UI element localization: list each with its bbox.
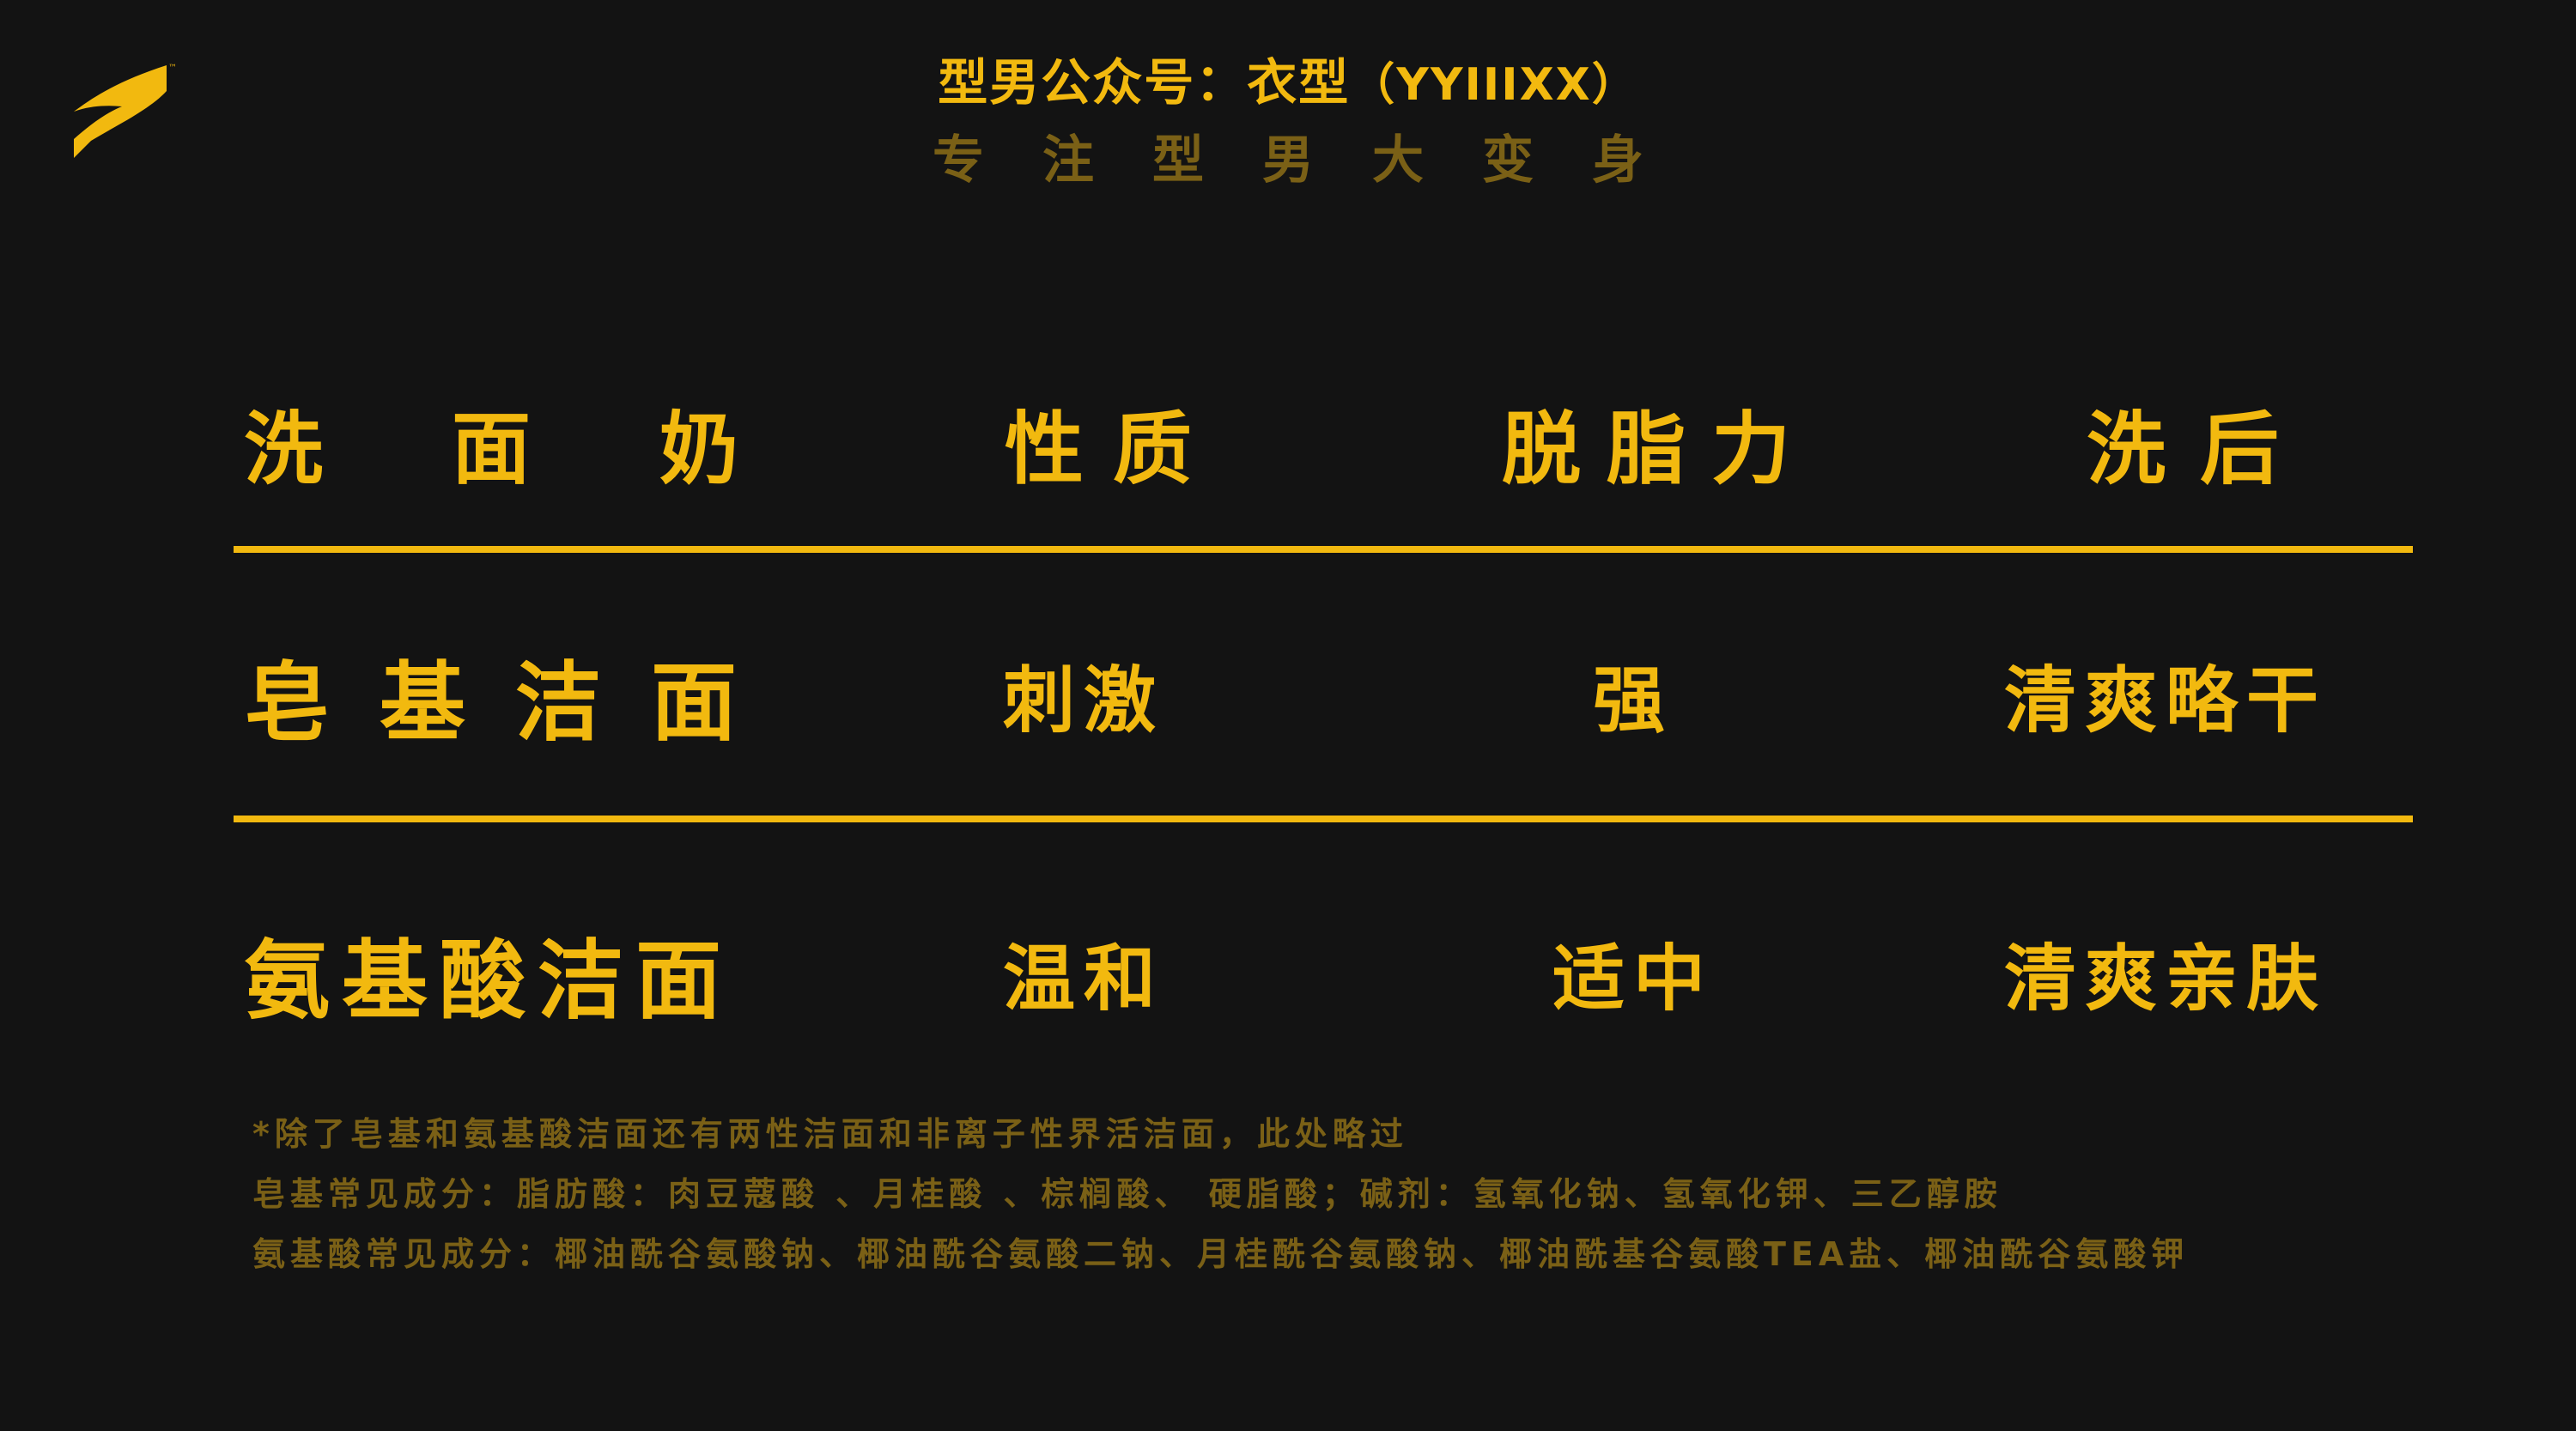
table-header-row: 洗面奶 性质 脱脂力 洗后 (234, 369, 2413, 515)
row-after-wash: 清爽略干 (2003, 658, 2327, 743)
footnote-amino-ingredients: 氨基酸常见成分：椰油酰谷氨酸钠、椰油酰谷氨酸二钠、月桂酰谷氨酸钠、椰油酰基谷氨酸… (252, 1235, 2190, 1273)
header: 型男公众号：衣型（YYIIIXX） 专注型男大变身 (0, 48, 2576, 193)
row-property: 温和 (1002, 936, 1164, 1021)
footnotes: *除了皂基和氨基酸洁面还有两性洁面和非离子性界活洁面，此处略过 皂基常见成分：脂… (252, 1104, 2537, 1284)
row-name: 皂基洁面 (244, 652, 787, 753)
table-row: 皂基洁面 刺激 强 清爽略干 (234, 622, 2413, 767)
header-property: 性质 (1004, 403, 1221, 495)
slogan: 专注型男大变身 (933, 130, 1702, 191)
header-divider (234, 546, 2413, 553)
header-cleanser: 洗面奶 (244, 403, 868, 495)
header-after-wash: 洗后 (2086, 403, 2313, 495)
brand-title: 型男公众号：衣型（YYIIIXX） (0, 48, 2576, 119)
row-degreasing: 适中 (1552, 936, 1714, 1021)
brand-prefix: 型男公众号：衣型 (938, 53, 1351, 112)
footnote-other-types: *除了皂基和氨基酸洁面还有两性洁面和非离子性界活洁面，此处略过 (252, 1115, 1408, 1153)
row-after-wash: 清爽亲肤 (2003, 936, 2327, 1021)
comparison-table: 洗面奶 性质 脱脂力 洗后 皂基洁面 刺激 强 清爽略干 氨基酸洁面 温和 适中… (234, 369, 2413, 1046)
header-degreasing: 脱脂力 (1501, 403, 1816, 495)
footnote-soap-ingredients: 皂基常见成分：脂肪酸：肉豆蔻酸 、月桂酸 、棕榈酸、 硬脂酸；碱剂：氢氧化钠、氢… (252, 1175, 2002, 1213)
row-degreasing: 强 (1592, 658, 1674, 743)
row-name: 氨基酸洁面 (244, 930, 733, 1031)
table-row: 氨基酸洁面 温和 适中 清爽亲肤 (234, 900, 2413, 1046)
row-divider (234, 816, 2413, 822)
brand-id: （YYIIIXX） (1350, 59, 1638, 111)
row-property: 刺激 (1002, 658, 1164, 743)
